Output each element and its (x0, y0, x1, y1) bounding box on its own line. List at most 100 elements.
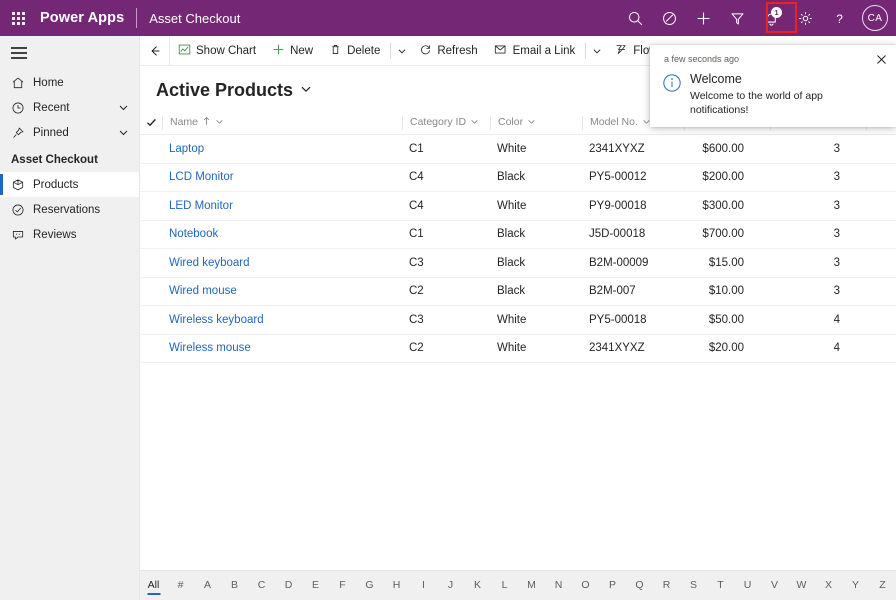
alpha-filter-r[interactable]: R (653, 575, 680, 597)
check-circle-icon (11, 203, 33, 217)
view-chevron-down-icon[interactable] (300, 82, 312, 100)
alpha-filter-all[interactable]: All (140, 575, 167, 597)
alpha-filter-q[interactable]: Q (626, 575, 653, 597)
alpha-filter-s[interactable]: S (680, 575, 707, 597)
column-header-color[interactable]: Color (490, 115, 582, 130)
email-dropdown-chevron-icon[interactable] (588, 36, 606, 66)
alpha-filter-x[interactable]: X (815, 575, 842, 597)
help-question-icon[interactable]: ? (822, 2, 856, 34)
app-name-label[interactable]: Asset Checkout (149, 11, 240, 26)
alpha-filter-t[interactable]: T (707, 575, 734, 597)
table-row[interactable]: Wireless mouse C2 White 2341XYXZ $20.00 4 (140, 335, 896, 363)
sidebar-item-reservations[interactable]: Reservations (0, 197, 139, 222)
show-chart-button[interactable]: Show Chart (170, 36, 264, 66)
table-row[interactable]: LED Monitor C4 White PY9-00018 $300.00 3 (140, 192, 896, 221)
alpha-filter-g[interactable]: G (356, 575, 383, 597)
alpha-filter-y[interactable]: Y (842, 575, 869, 597)
cell-name[interactable]: Wireless keyboard (162, 314, 402, 326)
brand-title[interactable]: Power Apps (40, 10, 124, 26)
alpha-filter-a[interactable]: A (194, 575, 221, 597)
command-separator (390, 42, 392, 59)
alpha-filter-p[interactable]: P (599, 575, 626, 597)
alpha-filter-b[interactable]: B (221, 575, 248, 597)
cell-name[interactable]: Wired mouse (162, 285, 402, 297)
table-row[interactable]: Wireless keyboard C3 White PY5-00018 $50.00 4 (140, 306, 896, 335)
chevron-down-icon[interactable] (215, 117, 224, 129)
grid-body: Laptop C1 White 2341XYXZ $600.00 3 LCD Monitor… (140, 135, 896, 363)
delete-button[interactable]: Delete (321, 36, 388, 66)
alpha-filter-z[interactable]: Z (869, 575, 896, 597)
cell-rating: 3 (833, 142, 840, 155)
table-row[interactable]: Wired mouse C2 Black B2M-007 $10.00 3 (140, 278, 896, 306)
table-row[interactable]: Notebook C1 Black J5D-00018 $700.00 3 (140, 221, 896, 249)
cell-category-id: C1 (409, 142, 424, 155)
delete-label: Delete (347, 44, 381, 57)
alpha-filter-e[interactable]: E (302, 575, 329, 597)
sidebar-item-recent[interactable]: Recent (0, 95, 139, 120)
notification-content: Welcome Welcome to the world of app noti… (690, 71, 884, 117)
close-icon[interactable] (874, 52, 888, 66)
select-all-checkmark-icon[interactable] (140, 117, 162, 128)
column-header-category-id[interactable]: Category ID (402, 115, 490, 130)
app-launcher-icon[interactable] (0, 0, 36, 36)
quick-create-plus-icon[interactable] (686, 2, 720, 34)
alpha-filter-w[interactable]: W (788, 575, 815, 597)
email-a-link-button[interactable]: Email a Link (486, 36, 584, 66)
sidebar-item-home[interactable]: Home (0, 70, 139, 95)
alpha-filter-l[interactable]: L (491, 575, 518, 597)
cell-name[interactable]: Wireless mouse (162, 342, 402, 354)
cell-name[interactable]: Notebook (162, 228, 402, 240)
table-row[interactable]: LCD Monitor C4 Black PY5-00012 $200.00 3 (140, 164, 896, 192)
alpha-filter-c[interactable]: C (248, 575, 275, 597)
search-icon[interactable] (618, 2, 652, 34)
table-row[interactable]: Wired keyboard C3 Black B2M-00009 $15.00 3 (140, 249, 896, 278)
notifications-bell-icon[interactable]: 1 (754, 2, 788, 34)
alpha-filter-u[interactable]: U (734, 575, 761, 597)
cell-category-id: C1 (409, 228, 424, 241)
chevron-down-icon[interactable] (470, 117, 479, 129)
alpha-filter-h[interactable]: H (383, 575, 410, 597)
hamburger-menu-icon[interactable] (0, 36, 139, 70)
alpha-filter-j[interactable]: J (437, 575, 464, 597)
column-label: Color (498, 116, 524, 129)
left-sidebar: Home Recent Pinned Asset Checkout Produc… (0, 36, 140, 600)
table-row[interactable]: Laptop C1 White 2341XYXZ $600.00 3 (140, 135, 896, 164)
delete-dropdown-chevron-icon[interactable] (393, 36, 411, 66)
alpha-filter-m[interactable]: M (518, 575, 545, 597)
refresh-button[interactable]: Refresh (411, 36, 485, 66)
alpha-filter-hash[interactable]: # (167, 575, 194, 597)
new-button[interactable]: New (264, 36, 321, 66)
column-header-name[interactable]: Name (162, 115, 402, 130)
sidebar-item-products[interactable]: Products (0, 172, 139, 197)
filter-icon[interactable] (720, 2, 754, 34)
cell-price: $700.00 (702, 228, 744, 241)
cell-name[interactable]: LCD Monitor (162, 171, 402, 183)
settings-gear-icon[interactable] (788, 2, 822, 34)
sidebar-item-pinned[interactable]: Pinned (0, 120, 139, 145)
chevron-down-icon[interactable] (527, 117, 536, 129)
alpha-filter-i[interactable]: I (410, 575, 437, 597)
column-label: Model No. (590, 116, 638, 129)
cell-name[interactable]: Laptop (162, 143, 402, 155)
relevance-search-icon[interactable] (652, 2, 686, 34)
cell-name[interactable]: LED Monitor (162, 200, 402, 212)
user-avatar[interactable]: CA (862, 5, 888, 31)
alpha-filter-d[interactable]: D (275, 575, 302, 597)
alpha-filter-f[interactable]: F (329, 575, 356, 597)
page-title: Active Products (156, 80, 294, 100)
cell-price: $300.00 (702, 199, 744, 212)
sidebar-group-title: Asset Checkout (11, 154, 98, 166)
alpha-filter-v[interactable]: V (761, 575, 788, 597)
cell-rating: 3 (833, 228, 840, 241)
chevron-down-icon[interactable] (118, 102, 129, 113)
alpha-filter-k[interactable]: K (464, 575, 491, 597)
sidebar-item-reviews[interactable]: Reviews (0, 222, 139, 247)
cell-name[interactable]: Wired keyboard (162, 257, 402, 269)
chevron-down-icon[interactable] (118, 127, 129, 138)
back-arrow-icon[interactable] (140, 35, 170, 66)
alpha-filter-n[interactable]: N (545, 575, 572, 597)
notification-message: Welcome to the world of app notification… (690, 90, 823, 116)
cell-rating: 3 (833, 285, 840, 298)
alpha-filter-o[interactable]: O (572, 575, 599, 597)
cell-rating: 4 (833, 342, 840, 355)
